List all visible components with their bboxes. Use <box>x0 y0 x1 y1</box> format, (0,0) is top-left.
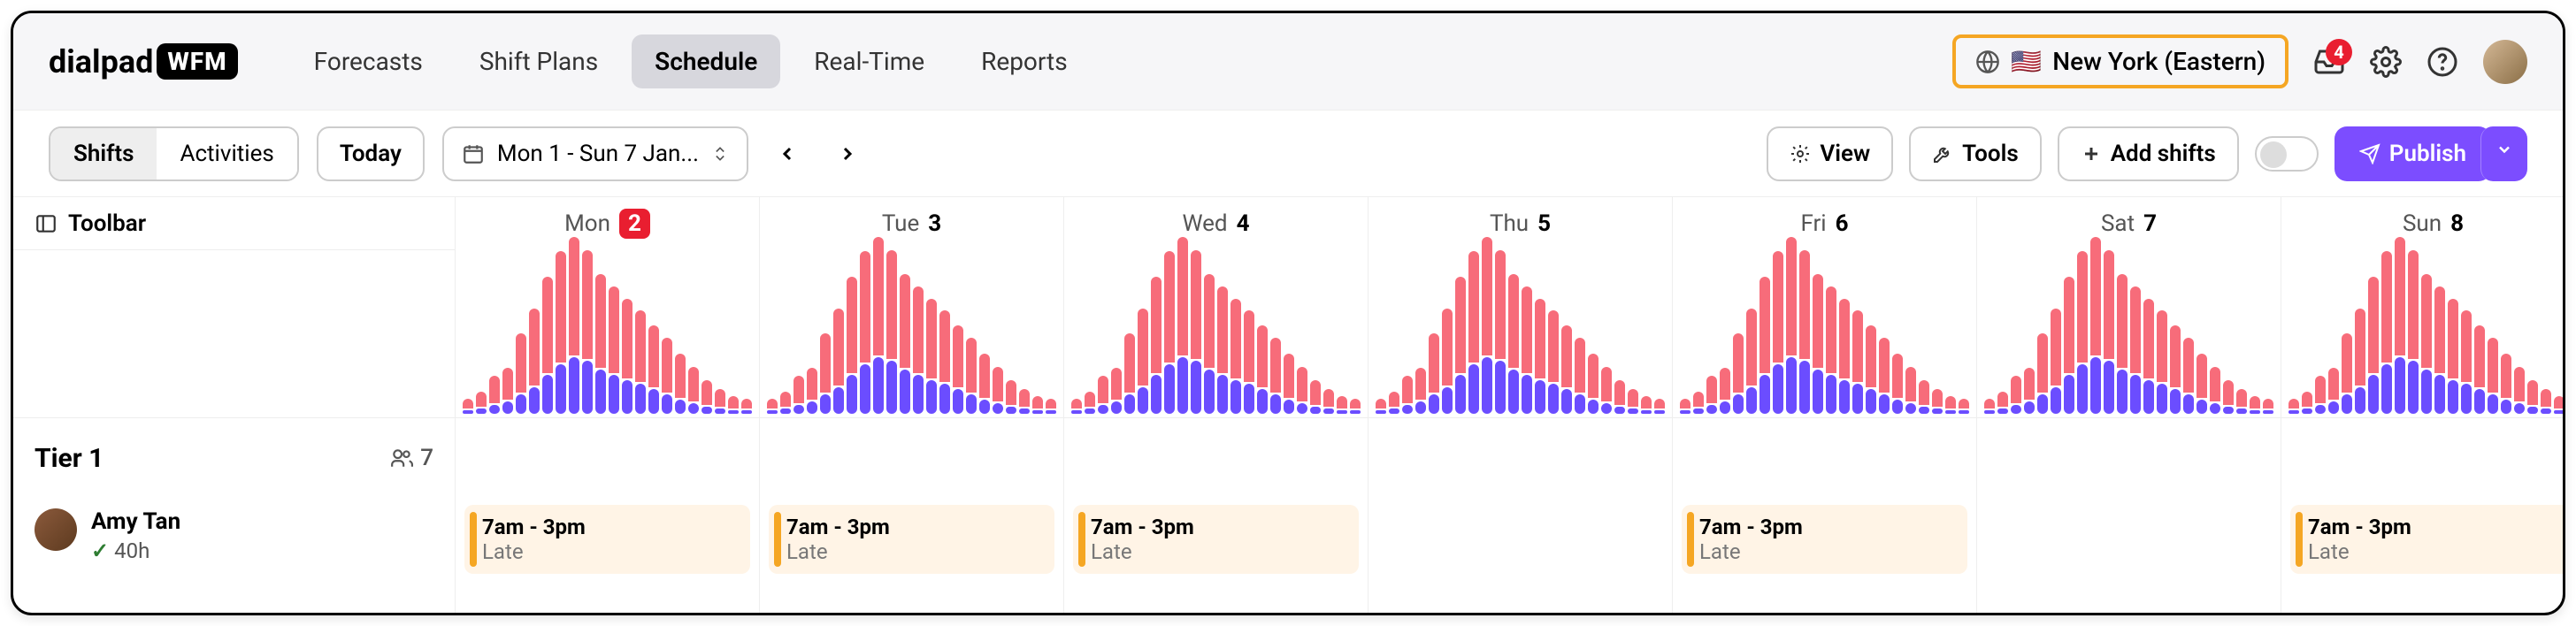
timezone-selector[interactable]: 🇺🇸 New York (Eastern) <box>1952 34 2288 88</box>
select-icon <box>711 145 729 163</box>
day-header: Wed4 <box>1064 197 1368 250</box>
nav-schedule[interactable]: Schedule <box>632 34 780 88</box>
notification-badge: 4 <box>2326 39 2352 65</box>
plus-icon <box>2081 143 2102 164</box>
date-range-label: Mon 1 - Sun 7 Jan... <box>497 141 699 167</box>
gear-icon <box>2370 46 2402 78</box>
today-button[interactable]: Today <box>317 126 425 181</box>
logo-badge: WFM <box>157 43 237 80</box>
main-nav: ForecastsShift PlansScheduleReal-TimeRep… <box>291 34 1091 88</box>
people-icon <box>390 447 413 470</box>
day-alert-badge: 2 <box>619 209 650 239</box>
view-segment: Shifts Activities <box>49 126 299 181</box>
day-header: Fri6 <box>1673 197 1976 250</box>
nav-reports[interactable]: Reports <box>958 34 1091 88</box>
day-header: Thu5 <box>1368 197 1672 250</box>
add-shifts-button[interactable]: Add shifts <box>2058 126 2239 181</box>
person-hours: ✓ 40h <box>91 538 180 563</box>
day-col-5: Sat7 <box>1977 197 2281 613</box>
globe-icon <box>1975 50 2000 74</box>
calendar-icon <box>462 142 485 165</box>
logo: dialpad WFM <box>49 43 238 80</box>
shift-block[interactable]: 7am - 3pmLate <box>464 505 750 574</box>
activities-tab[interactable]: Activities <box>157 128 296 179</box>
shift-block[interactable]: 7am - 3pmLate <box>1073 505 1359 574</box>
tier-row[interactable]: Tier 1 7 <box>13 418 455 498</box>
toolbar-panel-toggle[interactable]: Toolbar <box>13 197 455 250</box>
shift-block[interactable]: 7am - 3pmLate <box>2290 505 2563 574</box>
panel-icon <box>34 212 58 235</box>
shift-block[interactable]: 7am - 3pmLate <box>1682 505 1967 574</box>
user-avatar[interactable] <box>2483 40 2527 84</box>
tier-label: Tier 1 <box>34 443 104 474</box>
help-button[interactable] <box>2426 46 2458 78</box>
prev-week-button[interactable] <box>766 133 809 175</box>
chevron-down-icon <box>2496 141 2513 158</box>
publish-button[interactable]: Publish <box>2334 126 2491 181</box>
day-header: Sat7 <box>1977 197 2281 250</box>
forecast-chart <box>1977 250 2281 418</box>
timezone-flag: 🇺🇸 <box>2011 47 2042 76</box>
settings-button[interactable] <box>2370 46 2402 78</box>
date-range-selector[interactable]: Mon 1 - Sun 7 Jan... <box>442 126 748 181</box>
publish-toggle[interactable] <box>2255 136 2319 172</box>
publish-menu-button[interactable] <box>2480 126 2527 181</box>
forecast-chart <box>1673 250 1976 418</box>
check-icon: ✓ <box>91 538 109 563</box>
timezone-label: New York (Eastern) <box>2052 47 2266 76</box>
next-week-button[interactable] <box>826 133 869 175</box>
forecast-chart <box>456 250 759 418</box>
view-button[interactable]: View <box>1767 126 1893 181</box>
nav-real-time[interactable]: Real-Time <box>791 34 947 88</box>
forecast-chart <box>1064 250 1368 418</box>
logo-text: dialpad <box>49 43 153 80</box>
day-header: Sun8 <box>2281 197 2563 250</box>
day-col-3: Thu5 <box>1368 197 1673 613</box>
day-header: Mon2 <box>456 197 759 250</box>
day-col-6: Sun8 7am - 3pmLate <box>2281 197 2563 613</box>
nav-shift-plans[interactable]: Shift Plans <box>456 34 621 88</box>
day-col-1: Tue3 7am - 3pmLate <box>760 197 1064 613</box>
day-col-4: Fri6 7am - 3pmLate <box>1673 197 1977 613</box>
tier-count: 7 <box>390 445 433 471</box>
chevron-right-icon <box>837 143 858 164</box>
wrench-icon <box>1932 143 1953 164</box>
send-icon <box>2359 143 2380 164</box>
chevron-left-icon <box>777 143 798 164</box>
day-header: Tue3 <box>760 197 1063 250</box>
forecast-chart <box>760 250 1063 418</box>
person-name: Amy Tan <box>91 508 180 535</box>
help-icon <box>2426 46 2458 78</box>
gear-small-icon <box>1790 143 1811 164</box>
nav-forecasts[interactable]: Forecasts <box>291 34 446 88</box>
inbox-button[interactable]: 4 <box>2313 46 2345 78</box>
person-row[interactable]: Amy Tan ✓ 40h <box>13 498 455 586</box>
shift-block[interactable]: 7am - 3pmLate <box>769 505 1054 574</box>
forecast-chart <box>2281 250 2563 418</box>
forecast-chart <box>1368 250 1672 418</box>
person-avatar <box>34 508 77 551</box>
day-col-2: Wed4 7am - 3pmLate <box>1064 197 1368 613</box>
shifts-tab[interactable]: Shifts <box>50 128 157 179</box>
day-col-0: Mon2 7am - 3pmLate <box>456 197 760 613</box>
tools-button[interactable]: Tools <box>1909 126 2042 181</box>
